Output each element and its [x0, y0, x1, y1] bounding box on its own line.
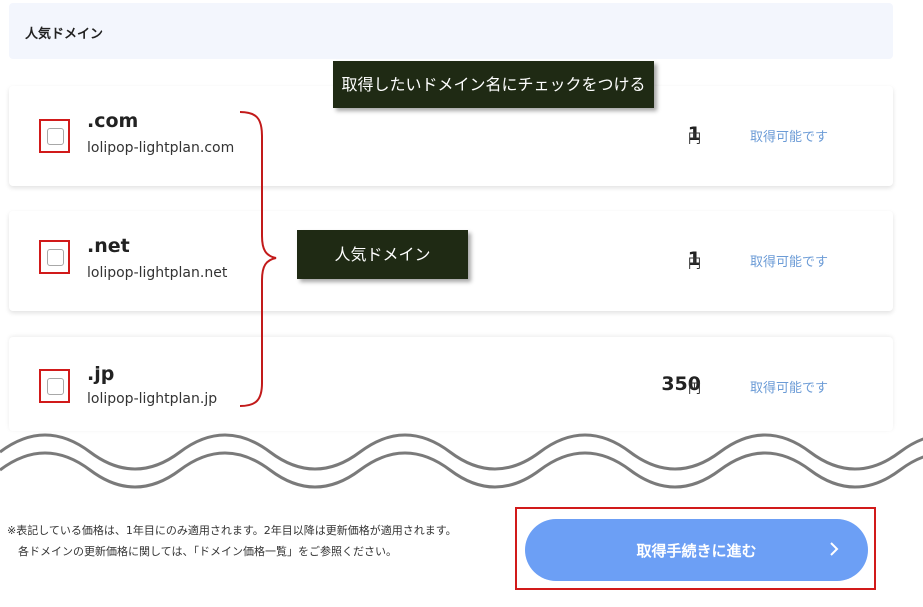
price-note-line1: ※表記している価格は、1年目にのみ適用されます。2年目以降は更新価格が適用されま… [7, 524, 457, 537]
availability-status: 取得可能です [750, 381, 829, 396]
domain-name: lolipop-lightplan.jp [87, 391, 218, 407]
domain-name: lolipop-lightplan.net [87, 265, 228, 281]
proceed-to-registration-button[interactable]: 取得手続きに進む [525, 519, 868, 581]
currency-label: 円 [688, 257, 702, 272]
tld-label: .net [87, 235, 130, 257]
tld-label: .com [87, 110, 139, 132]
domain-name: lolipop-lightplan.com [87, 140, 235, 156]
currency-label: 円 [688, 382, 702, 397]
cut-wave-divider [0, 433, 923, 495]
popular-domains-header: 人気ドメイン [9, 3, 893, 59]
price-note-line2: 各ドメインの更新価格に関しては、「ドメイン価格一覧」をご参照ください。 [18, 545, 397, 558]
domain-checkbox-jp[interactable] [47, 378, 64, 395]
checkbox-highlight [39, 119, 70, 153]
domain-row-jp[interactable]: .jp lolipop-lightplan.jp 350 円 取得可能です [9, 337, 893, 431]
checkbox-highlight [39, 240, 70, 274]
checkbox-highlight [39, 369, 70, 403]
cta-label: 取得手続きに進む [636, 542, 757, 560]
currency-label: 円 [688, 132, 702, 147]
curly-brace-icon [239, 111, 277, 407]
check-instruction-callout: 取得したいドメイン名にチェックをつける [333, 61, 654, 108]
availability-status: 取得可能です [750, 130, 829, 145]
domain-checkbox-net[interactable] [47, 249, 64, 266]
domain-checkbox-com[interactable] [47, 128, 64, 145]
popular-domain-callout: 人気ドメイン [297, 230, 468, 279]
cta-highlight: 取得手続きに進む [515, 507, 876, 590]
section-title: 人気ドメイン [25, 27, 104, 42]
tld-label: .jp [87, 363, 115, 385]
chevron-right-icon [830, 542, 839, 556]
availability-status: 取得可能です [750, 255, 829, 270]
